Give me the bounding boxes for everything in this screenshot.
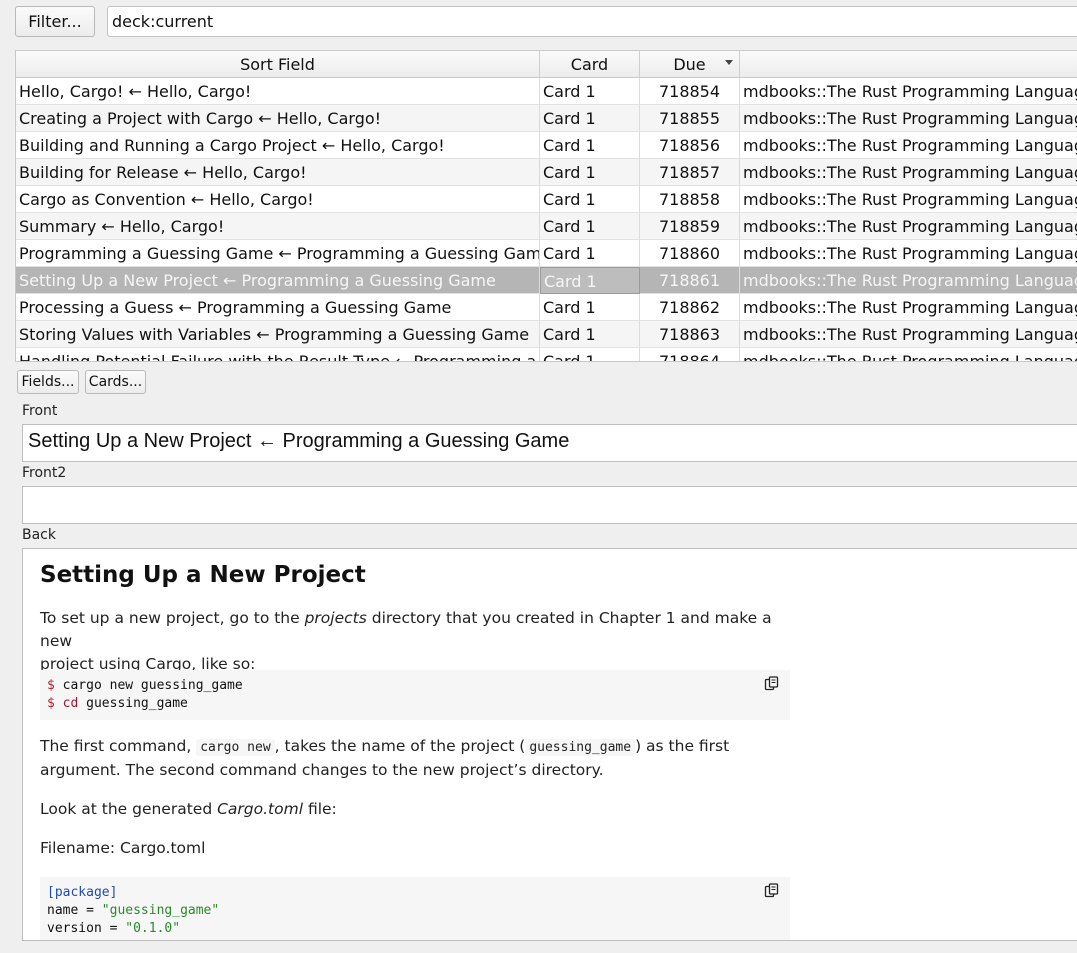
- cell-deck: mdbooks::The Rust Programming Language: [743, 82, 1077, 101]
- cell-deck: mdbooks::The Rust Programming Language: [743, 352, 1077, 362]
- table-row[interactable]: Programming a Guessing Game ← Programmin…: [16, 240, 1077, 267]
- front-field-label: Front: [22, 403, 58, 419]
- cell-deck: mdbooks::The Rust Programming Language: [743, 163, 1077, 182]
- cell-card: Card 1: [540, 321, 640, 348]
- cell-sort-field: Building and Running a Cargo Project ← H…: [16, 132, 540, 159]
- back-heading: Setting Up a New Project: [40, 562, 366, 588]
- cards-table[interactable]: Sort Field Card Due Hello, Cargo! ← Hell…: [15, 50, 1077, 362]
- front2-field-input[interactable]: [22, 486, 1077, 524]
- table-row[interactable]: Creating a Project with Cargo ← Hello, C…: [16, 105, 1077, 132]
- table-row[interactable]: Hello, Cargo! ← Hello, Cargo! Card 1 71885…: [16, 78, 1077, 105]
- code-block-2: [package] name = "guessing_game" version…: [40, 877, 790, 940]
- cell-sort-field: Building for Release ← Hello, Cargo!: [16, 159, 540, 186]
- cell-card: Card 1: [540, 267, 640, 294]
- column-header-deck[interactable]: [740, 51, 1077, 77]
- column-header-due-label: Due: [673, 55, 706, 74]
- table-row[interactable]: Building for Release ← Hello, Cargo! Card…: [16, 159, 1077, 186]
- back-field-editor[interactable]: Setting Up a New Project To set up a new…: [22, 548, 1077, 941]
- cell-card: Card 1: [540, 348, 640, 361]
- cell-card: Card 1: [540, 159, 640, 186]
- column-header-due[interactable]: Due: [640, 51, 740, 77]
- search-input[interactable]: deck:current: [107, 6, 1077, 37]
- cell-deck: mdbooks::The Rust Programming Language: [743, 244, 1077, 263]
- cell-due: 718862: [640, 294, 740, 321]
- code-block-1: $ cargo new guessing_game $ cd guessing_…: [40, 670, 790, 720]
- cell-due: 718858: [640, 186, 740, 213]
- copy-icon[interactable]: [764, 676, 780, 692]
- back-paragraph-2: The first command, cargo new, takes the …: [40, 737, 730, 779]
- cell-deck: mdbooks::The Rust Programming Language: [743, 217, 1077, 236]
- column-header-card[interactable]: Card: [540, 51, 640, 77]
- table-row[interactable]: Handling Potential Failure with the Resu…: [16, 348, 1077, 362]
- cell-sort-field: Summary ← Hello, Cargo!: [16, 213, 540, 240]
- table-body: Hello, Cargo! ← Hello, Cargo! Card 1 71885…: [16, 78, 1077, 362]
- cell-sort-field: Processing a Guess ← Programming a Guess…: [16, 294, 540, 321]
- cell-card: Card 1: [540, 213, 640, 240]
- cell-card: Card 1: [540, 132, 640, 159]
- cell-due: 718860: [640, 240, 740, 267]
- cards-button[interactable]: Cards...: [85, 370, 146, 394]
- cell-card: Card 1: [540, 186, 640, 213]
- cell-due: 718857: [640, 159, 740, 186]
- cell-sort-field: Hello, Cargo! ← Hello, Cargo!: [16, 78, 540, 105]
- cell-due: 718861: [640, 267, 740, 294]
- copy-icon[interactable]: [764, 883, 780, 899]
- table-row-selected[interactable]: Setting Up a New Project ← Programming a…: [16, 267, 1077, 294]
- cell-sort-field: Handling Potential Failure with the Resu…: [16, 348, 540, 361]
- cell-deck: mdbooks::The Rust Programming Language: [743, 271, 1077, 290]
- front2-field-label: Front2: [22, 465, 67, 481]
- table-row[interactable]: Cargo as Convention ← Hello, Cargo! Card …: [16, 186, 1077, 213]
- cell-card: Card 1: [540, 78, 640, 105]
- column-header-sort-field[interactable]: Sort Field: [16, 51, 540, 77]
- cell-deck: mdbooks::The Rust Programming Language: [743, 298, 1077, 317]
- cell-sort-field: Cargo as Convention ← Hello, Cargo!: [16, 186, 540, 213]
- back-field-label: Back: [22, 527, 56, 543]
- cell-due: 718856: [640, 132, 740, 159]
- back-paragraph-3: Look at the generated Cargo.toml file:: [40, 800, 337, 818]
- front-field-input[interactable]: Setting Up a New Project ← Programming a…: [22, 424, 1077, 462]
- back-paragraph-4: Filename: Cargo.toml: [40, 839, 206, 857]
- cell-due: 718863: [640, 321, 740, 348]
- cell-sort-field: Storing Values with Variables ← Programm…: [16, 321, 540, 348]
- cell-deck: mdbooks::The Rust Programming Language: [743, 190, 1077, 209]
- back-paragraph-1: To set up a new project, go to the proje…: [40, 609, 772, 673]
- cell-deck: mdbooks::The Rust Programming Language: [743, 325, 1077, 344]
- table-header: Sort Field Card Due: [16, 51, 1077, 78]
- cell-sort-field: Setting Up a New Project ← Programming a…: [16, 267, 540, 294]
- cell-card: Card 1: [540, 105, 640, 132]
- table-row[interactable]: Processing a Guess ← Programming a Guess…: [16, 294, 1077, 321]
- cell-deck: mdbooks::The Rust Programming Language: [743, 109, 1077, 128]
- cell-due: 718864: [640, 348, 740, 361]
- cell-card: Card 1: [540, 294, 640, 321]
- cell-deck: mdbooks::The Rust Programming Language: [743, 136, 1077, 155]
- table-row[interactable]: Summary ← Hello, Cargo! Card 1 718859 mdboo…: [16, 213, 1077, 240]
- filter-button[interactable]: Filter...: [15, 6, 95, 37]
- cell-due: 718859: [640, 213, 740, 240]
- table-row[interactable]: Building and Running a Cargo Project ← H…: [16, 132, 1077, 159]
- fields-button[interactable]: Fields...: [17, 370, 79, 394]
- cell-sort-field: Programming a Guessing Game ← Programmin…: [16, 240, 540, 267]
- sort-descending-icon: [725, 60, 733, 65]
- cell-due: 718854: [640, 78, 740, 105]
- cell-sort-field: Creating a Project with Cargo ← Hello, C…: [16, 105, 540, 132]
- cell-card: Card 1: [540, 240, 640, 267]
- table-row[interactable]: Storing Values with Variables ← Programm…: [16, 321, 1077, 348]
- cell-due: 718855: [640, 105, 740, 132]
